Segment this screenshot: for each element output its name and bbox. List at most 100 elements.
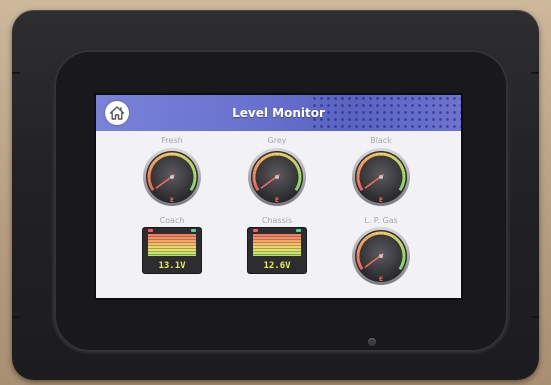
home-icon: [109, 106, 125, 120]
gauge-empty-mark: E: [379, 276, 383, 283]
gauge-arc-segment: [188, 160, 193, 165]
gauge-arc-segment: [356, 179, 361, 183]
gauge-arc-segment: [367, 234, 371, 239]
gauge-arc-segment: [372, 153, 376, 157]
gauge-arc-segment: [293, 160, 298, 165]
gauge-arc-segment: [369, 233, 374, 237]
gauge-arc-segment: [393, 235, 398, 240]
gauge-arc-segment: [147, 179, 152, 183]
gauge-arc-segment: [155, 156, 160, 161]
battery-level-bars: [148, 234, 196, 256]
gauge-arc-segment: [400, 244, 404, 249]
bezel-seam: [531, 72, 539, 74]
gauge-label-black: Black: [370, 136, 392, 145]
battery-terminal-positive: [296, 229, 301, 232]
gauge-arc-segment: [398, 242, 403, 247]
gauge-label-lp-gas: L. P. Gas: [364, 216, 398, 225]
gauge-arc-segment: [401, 261, 405, 265]
gauge-arc-segment: [357, 247, 361, 251]
gauge-arc-segment: [398, 266, 403, 271]
gauge-arc-segment: [166, 152, 170, 157]
bezel-seam: [531, 316, 539, 318]
gauge-arc-segment: [271, 152, 275, 157]
gauge-arc-segment: [186, 158, 191, 163]
gauge-arc-segment: [359, 163, 364, 168]
gauge-arc-segment: [184, 156, 189, 161]
gauge-arc-segment: [388, 154, 393, 158]
gauge-fresh[interactable]: E: [142, 147, 202, 207]
gauge-grey[interactable]: E: [247, 147, 307, 207]
gauge-arc-segment: [149, 165, 153, 170]
gauge-arc-segment: [189, 187, 194, 192]
gauge-arc-segment: [359, 266, 364, 271]
gauge-arc-segment: [359, 187, 364, 192]
gauge-arc-segment: [358, 244, 362, 249]
gauge-arc-segment: [369, 154, 374, 158]
gauge-black[interactable]: E: [351, 147, 411, 207]
gauge-arc-segment: [294, 163, 299, 168]
gauge-arc-segment: [297, 168, 301, 172]
gauge-arc-segment: [383, 231, 387, 236]
gauge-hub: [379, 254, 383, 258]
gauge-arc-segment: [150, 187, 155, 192]
gauge-arc-segment: [148, 182, 152, 186]
gauge-arc-segment: [289, 156, 294, 161]
battery-chassis[interactable]: 12.6V: [248, 228, 306, 273]
gauge-arc-segment: [362, 237, 367, 242]
gauge-arc-segment: [294, 187, 299, 192]
gauge-arc-segment: [255, 163, 260, 168]
gauge-arc-segment: [401, 168, 405, 172]
gauge-arc-segment: [252, 179, 257, 183]
gauge-arc-segment: [256, 160, 261, 165]
gauge-arc-segment: [190, 184, 195, 189]
gauge-arc-segment: [358, 263, 363, 268]
gauge-arc-segment: [179, 154, 184, 158]
gauge-empty-mark: E: [379, 197, 383, 204]
gauge-arc-segment: [401, 182, 405, 186]
gauge-label-grey: Grey: [267, 136, 287, 145]
home-button[interactable]: [105, 101, 129, 125]
gauge-arc-segment: [388, 233, 393, 237]
gauge-arc-segment: [148, 168, 152, 172]
gauge-arc-segment: [174, 152, 178, 157]
gauge-arc-segment: [360, 160, 365, 165]
gauge-arc-segment: [258, 158, 263, 163]
gauge-arc-segment: [401, 247, 405, 251]
gauge-arc-segment: [383, 152, 387, 157]
gauge-arc-segment: [362, 158, 367, 163]
gauge-arc-segment: [149, 184, 154, 189]
gauge-arc-segment: [191, 165, 195, 170]
gauge-arc-segment: [192, 168, 196, 172]
gauge-arc-segment: [357, 168, 361, 172]
gauge-arc-segment: [358, 165, 362, 170]
gauge-arc-segment: [358, 184, 363, 189]
gauge-arc-segment: [295, 184, 300, 189]
gauge-arc-segment: [296, 165, 300, 170]
gauge-arc-segment: [395, 158, 400, 163]
gauge-arc-segment: [395, 237, 400, 242]
gauge-arc-segment: [192, 182, 196, 186]
battery-label-chassis: Chassis: [261, 216, 293, 225]
gauge-arc-segment: [375, 231, 379, 236]
battery-label-coach: Coach: [159, 216, 185, 225]
gauge-arc-segment: [297, 182, 301, 186]
battery-voltage-chassis: 12.6V: [263, 261, 291, 271]
gauge-arc-segment: [291, 158, 296, 163]
gauge-arc-segment: [177, 153, 181, 157]
gauge-empty-mark: E: [275, 197, 279, 204]
gauge-hub: [379, 175, 383, 179]
gauge-arc-segment: [263, 155, 267, 160]
gauge-arc-segment: [399, 263, 404, 268]
gauge-arc-segment: [254, 165, 258, 170]
gauge-lp-gas[interactable]: E: [351, 226, 411, 286]
gauge-arc-segment: [357, 182, 361, 186]
battery-voltage-coach: 13.1V: [158, 261, 186, 271]
bezel-seam: [12, 72, 20, 74]
gauge-arc-segment: [284, 154, 289, 158]
battery-coach[interactable]: 13.1V: [143, 228, 201, 273]
gauge-arc-segment: [150, 163, 155, 168]
gauge-label-fresh: Fresh: [161, 136, 183, 145]
bezel-seam: [12, 316, 20, 318]
gauge-arc-segment: [399, 184, 404, 189]
gauge-arc-segment: [160, 154, 165, 158]
